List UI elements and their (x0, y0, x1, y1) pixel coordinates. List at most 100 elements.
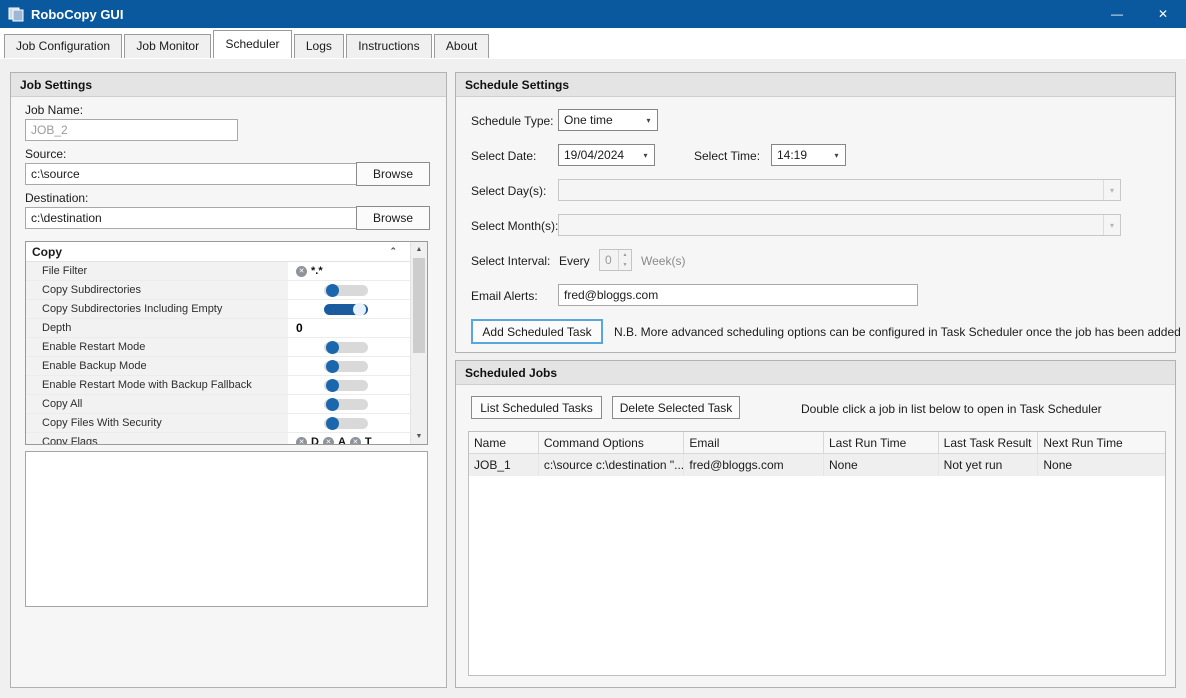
select-months-label: Select Month(s): (471, 219, 558, 233)
column-header-last-task-result[interactable]: Last Task Result (939, 432, 1039, 454)
destination-input[interactable] (25, 207, 360, 229)
list-scheduled-tasks-label: List Scheduled Tasks (480, 401, 593, 415)
window-title: RoboCopy GUI (31, 7, 123, 22)
job-settings-header: Job Settings (11, 73, 446, 97)
close-icon: ✕ (1158, 7, 1168, 21)
tab-job-monitor[interactable]: Job Monitor (124, 34, 211, 58)
email-alerts-input[interactable] (558, 284, 918, 306)
collapse-icon[interactable]: ⌃ (389, 246, 397, 257)
toggle-switch[interactable] (324, 361, 368, 372)
property-row-copy-all[interactable]: Copy All (26, 395, 410, 414)
property-value (288, 338, 410, 356)
minimize-button[interactable]: — (1094, 0, 1140, 28)
property-grid-scrollbar[interactable]: ▲ ▼ (410, 242, 427, 444)
category-row-copy[interactable]: Copy ⌃ (26, 242, 427, 262)
spin-up-icon[interactable]: ▲ (619, 250, 631, 260)
cell-last-run-time: None (824, 454, 939, 476)
browse-destination-button[interactable]: Browse (356, 206, 430, 230)
toggle-knob (326, 341, 339, 354)
interval-stepper[interactable]: 0 ▲ ▼ (599, 249, 632, 271)
source-input[interactable] (25, 163, 360, 185)
every-label: Every (559, 254, 590, 268)
schedule-type-select[interactable]: One time ▾ (558, 109, 658, 131)
property-row-depth[interactable]: Depth 0 (26, 319, 410, 338)
property-row-copy-subdirectories[interactable]: Copy Subdirectories (26, 281, 410, 300)
job-settings-panel: Job Settings Job Name: Source: Browse De… (10, 72, 447, 688)
delete-selected-task-button[interactable]: Delete Selected Task (612, 396, 740, 419)
property-row-enable-restart-mode[interactable]: Enable Restart Mode (26, 338, 410, 357)
column-header-name[interactable]: Name (469, 432, 539, 454)
toggle-knob (326, 284, 339, 297)
schedule-settings-panel: Schedule Settings Schedule Type: One tim… (455, 72, 1176, 353)
schedule-type-value: One time (559, 113, 640, 127)
toggle-switch[interactable] (324, 285, 368, 296)
remove-tag-icon[interactable]: ✕ (323, 437, 334, 446)
add-scheduled-task-label: Add Scheduled Task (482, 325, 591, 339)
browse-source-button[interactable]: Browse (356, 162, 430, 186)
toggle-knob (353, 303, 366, 316)
select-time-select[interactable]: 14:19 ▾ (771, 144, 846, 166)
scheduled-jobs-header: Scheduled Jobs (456, 361, 1175, 385)
scroll-down-icon[interactable]: ▼ (411, 429, 427, 444)
tab-logs[interactable]: Logs (294, 34, 344, 58)
tab-scheduler[interactable]: Scheduler (213, 30, 291, 58)
property-value (288, 395, 410, 413)
select-time-label: Select Time: (694, 149, 760, 163)
cell-next-run-time: None (1038, 454, 1165, 476)
toggle-knob (326, 417, 339, 430)
jobs-hint: Double click a job in list below to open… (801, 402, 1102, 416)
select-interval-label: Select Interval: (471, 254, 550, 268)
app-icon (8, 6, 24, 22)
column-header-email[interactable]: Email (684, 432, 824, 454)
select-date-value: 19/04/2024 (559, 148, 637, 162)
list-scheduled-tasks-button[interactable]: List Scheduled Tasks (471, 396, 602, 419)
minimize-icon: — (1111, 7, 1123, 21)
property-rows: File Filter ✕ *.* Copy Subdirectories Co… (26, 262, 410, 445)
property-row-enable-restart-backup-fallback[interactable]: Enable Restart Mode with Backup Fallback (26, 376, 410, 395)
property-label: File Filter (26, 262, 288, 280)
tab-job-configuration[interactable]: Job Configuration (4, 34, 122, 58)
property-label: Copy Flags (26, 433, 288, 445)
select-date-select[interactable]: 19/04/2024 ▾ (558, 144, 655, 166)
toggle-knob (326, 379, 339, 392)
remove-tag-icon[interactable]: ✕ (296, 266, 307, 277)
scheduler-note: N.B. More advanced scheduling options ca… (614, 325, 1181, 339)
property-row-copy-files-with-security[interactable]: Copy Files With Security (26, 414, 410, 433)
property-row-file-filter[interactable]: File Filter ✕ *.* (26, 262, 410, 281)
select-months-select[interactable]: ▾ (558, 214, 1121, 236)
schedule-settings-header: Schedule Settings (456, 73, 1175, 97)
property-row-copy-subdirectories-including-empty[interactable]: Copy Subdirectories Including Empty (26, 300, 410, 319)
spin-down-icon[interactable]: ▼ (619, 260, 631, 270)
add-scheduled-task-button[interactable]: Add Scheduled Task (471, 319, 603, 344)
toggle-knob (326, 398, 339, 411)
select-days-select[interactable]: ▾ (558, 179, 1121, 201)
scrollbar-thumb[interactable] (413, 258, 425, 353)
job-name-input[interactable] (25, 119, 238, 141)
toggle-switch[interactable] (324, 399, 368, 410)
toggle-switch[interactable] (324, 380, 368, 391)
copy-flag-t: T (365, 436, 372, 445)
tab-about[interactable]: About (434, 34, 489, 58)
tab-instructions[interactable]: Instructions (346, 34, 431, 58)
cell-last-task-result: Not yet run (939, 454, 1039, 476)
cell-command-options: c:\source c:\destination "... (539, 454, 685, 476)
toggle-switch[interactable] (324, 418, 368, 429)
remove-tag-icon[interactable]: ✕ (296, 437, 307, 446)
property-value (288, 376, 410, 394)
property-row-copy-flags[interactable]: Copy Flags ✕ D ✕ A ✕ T (26, 433, 410, 445)
toggle-switch[interactable] (324, 304, 368, 315)
remove-tag-icon[interactable]: ✕ (350, 437, 361, 446)
property-label: Copy Subdirectories Including Empty (26, 300, 288, 318)
column-header-last-run-time[interactable]: Last Run Time (824, 432, 939, 454)
close-button[interactable]: ✕ (1140, 0, 1186, 28)
scroll-up-icon[interactable]: ▲ (411, 242, 427, 257)
property-label: Enable Restart Mode (26, 338, 288, 356)
toggle-switch[interactable] (324, 342, 368, 353)
property-value: ✕ D ✕ A ✕ T (288, 433, 410, 445)
table-row-job-1[interactable]: JOB_1 c:\source c:\destination "... fred… (469, 454, 1165, 476)
column-header-next-run-time[interactable]: Next Run Time (1038, 432, 1165, 454)
schedule-type-label: Schedule Type: (471, 114, 554, 128)
chevron-down-icon: ▾ (1103, 180, 1120, 200)
column-header-command-options[interactable]: Command Options (539, 432, 685, 454)
property-row-enable-backup-mode[interactable]: Enable Backup Mode (26, 357, 410, 376)
